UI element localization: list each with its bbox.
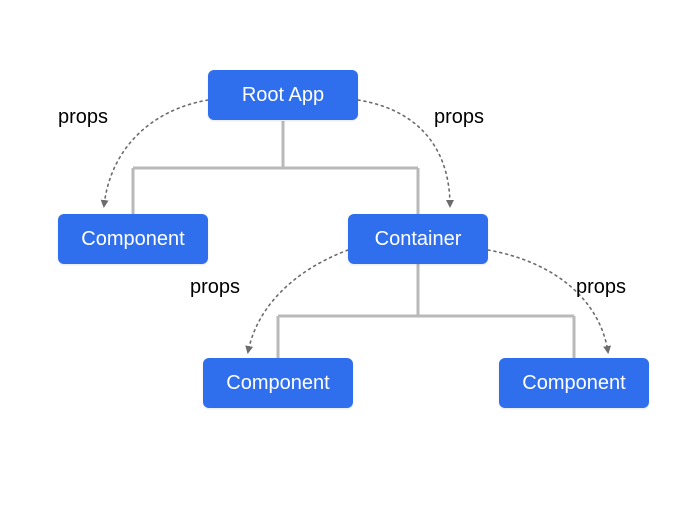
node-component-bottom-right: Component [499,358,649,408]
node-container: Container [348,214,488,264]
label-props-bottom-right: props [576,276,626,299]
node-root-app: Root App [208,70,358,120]
label-props-top-left: props [58,106,108,129]
node-component-bottom-left: Component [203,358,353,408]
label-props-top-right: props [434,106,484,129]
node-component-left: Component [58,214,208,264]
diagram-stage: Root App Component Container Component C… [0,0,692,519]
label-props-bottom-left: props [190,276,240,299]
